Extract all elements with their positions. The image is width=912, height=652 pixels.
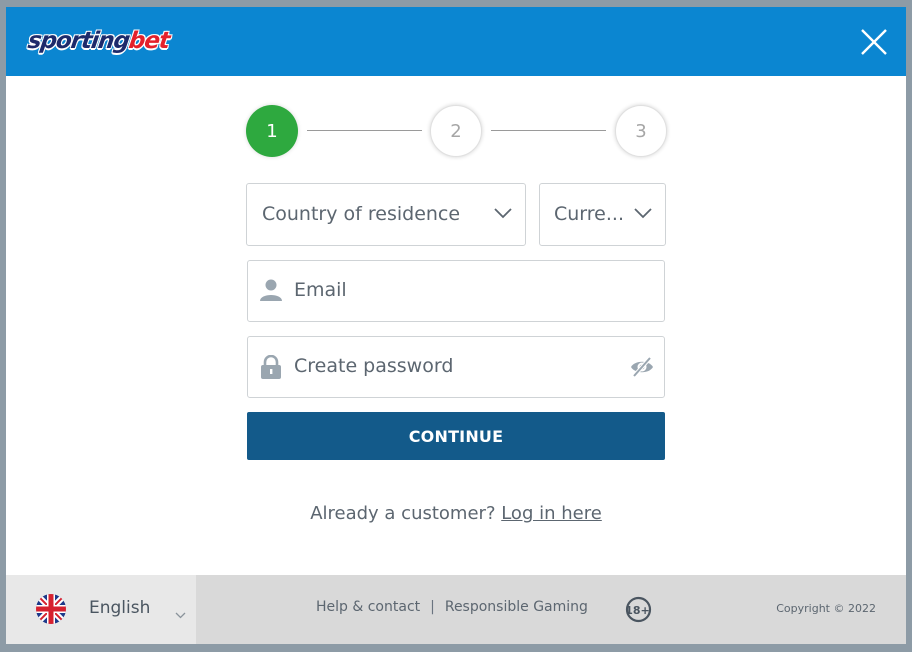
step-connector [491, 130, 606, 131]
footer-links: Help & contact | Responsible Gaming [316, 599, 588, 615]
chevron-down-icon [633, 206, 653, 220]
already-customer-text: Already a customer? [310, 503, 502, 524]
close-icon [861, 29, 887, 55]
toggle-password-visibility[interactable] [630, 356, 654, 378]
language-label: English [89, 598, 151, 618]
age-18-icon: 18+ [625, 596, 652, 623]
responsible-gaming-link[interactable]: Responsible Gaming [445, 599, 588, 615]
registration-modal: sportingbet 1 2 3 Country of residence C… [6, 7, 906, 644]
password-field[interactable]: Create password [247, 336, 665, 398]
password-placeholder: Create password [294, 355, 454, 377]
step-3: 3 [615, 105, 667, 157]
help-contact-link[interactable]: Help & contact [316, 599, 420, 615]
chevron-down-icon [493, 206, 513, 220]
progress-stepper: 1 2 3 [246, 105, 667, 157]
step-2: 2 [430, 105, 482, 157]
step-connector [307, 130, 422, 131]
age-restriction-badge: 18+ [625, 596, 652, 623]
language-selector[interactable]: English [6, 575, 196, 644]
uk-flag-icon [36, 594, 66, 624]
currency-select[interactable]: Curre... [539, 183, 666, 246]
link-separator: | [430, 599, 435, 615]
age-badge-text: 18+ [625, 604, 650, 617]
email-placeholder: Email [294, 279, 347, 301]
lock-icon [261, 354, 285, 379]
modal-footer: English Help & contact | Responsible Gam… [6, 575, 906, 644]
currency-select-label: Curre... [554, 203, 624, 225]
sportingbet-logo: sportingbet [26, 27, 171, 55]
login-link[interactable]: Log in here [501, 503, 602, 524]
step-1: 1 [246, 105, 298, 157]
user-icon [259, 278, 283, 302]
close-button[interactable] [860, 28, 888, 56]
login-prompt: Already a customer? Log in here [6, 503, 906, 524]
copyright-text: Copyright © 2022 [776, 602, 876, 615]
country-select[interactable]: Country of residence [246, 183, 526, 246]
logo-text-sporting: sporting [26, 28, 131, 54]
continue-button[interactable]: CONTINUE [247, 412, 665, 460]
eye-slash-icon [631, 356, 653, 378]
modal-header: sportingbet [6, 7, 906, 76]
chevron-down-icon [175, 606, 186, 624]
email-field[interactable]: Email [247, 260, 665, 322]
country-select-label: Country of residence [262, 203, 461, 225]
logo-text-bet: bet [127, 28, 171, 54]
